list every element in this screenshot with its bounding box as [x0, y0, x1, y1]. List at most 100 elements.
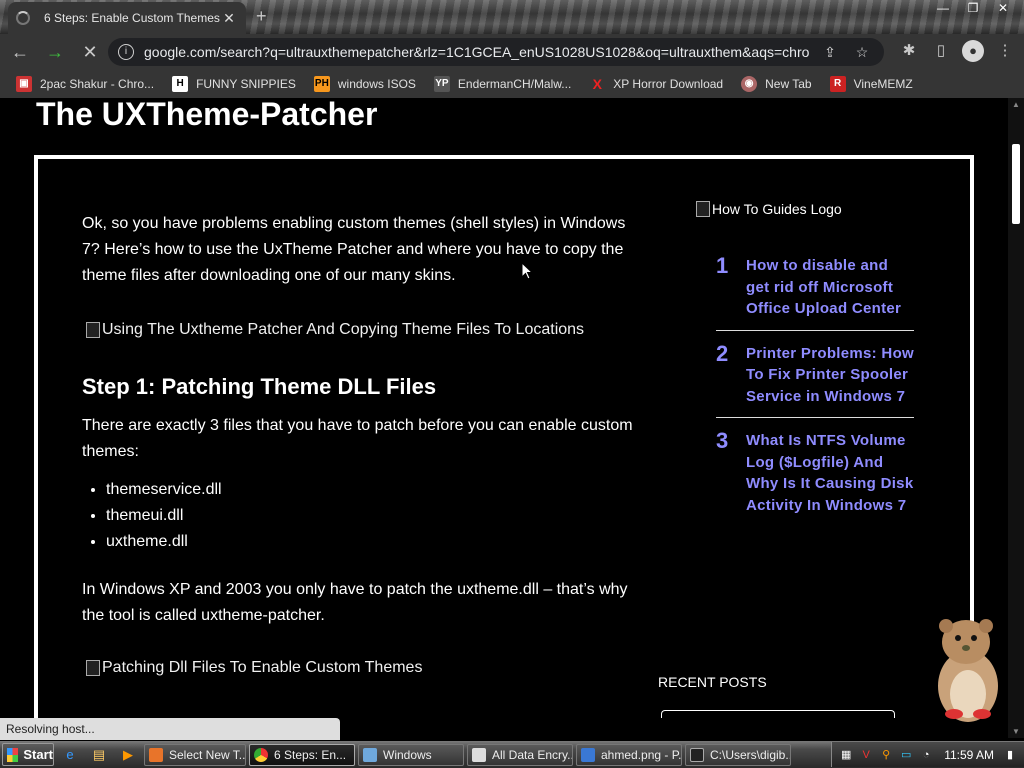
internet-explorer-icon[interactable]: e	[57, 744, 83, 766]
status-bubble: Resolving host...	[0, 718, 340, 740]
step-paragraph: There are exactly 3 files that you have …	[82, 417, 633, 460]
tray-search-icon[interactable]: ⚲	[878, 747, 894, 763]
web-page: The UXTheme-Patcher Ok, so you have prob…	[0, 98, 1008, 718]
document-icon	[472, 747, 486, 762]
browser-tab[interactable]: 6 Steps: Enable Custom Themes i ✕	[8, 2, 246, 34]
tray-app-icon[interactable]: ▦	[838, 747, 854, 763]
bookmark-star-icon[interactable]: ☆	[850, 44, 874, 61]
start-label: Start	[23, 747, 53, 762]
url-text[interactable]: google.com/search?q=ultrauxthemepatcher&…	[144, 44, 810, 60]
share-icon[interactable]: ⇪	[818, 44, 842, 61]
logo-alt-text: How To Guides Logo	[712, 201, 842, 217]
bookmark-item[interactable]: H FUNNY SNIPPIES	[172, 76, 296, 92]
clock[interactable]: 11:59 AM	[944, 748, 994, 762]
broken-image-icon	[86, 660, 100, 676]
file-list: themeservice.dll themeui.dll uxtheme.dll	[106, 477, 642, 555]
back-button[interactable]: ←	[5, 37, 35, 67]
list-item: themeservice.dll	[106, 477, 642, 503]
bookmark-label: 2pac Shakur - Chro...	[40, 77, 155, 91]
task-label: Windows	[383, 747, 432, 762]
scrollbar-thumb[interactable]	[1012, 144, 1020, 224]
app-icon	[149, 747, 163, 762]
post-link[interactable]: Printer Problems: How To Fix Printer Spo…	[746, 343, 914, 408]
printer-icon: ▣	[16, 76, 32, 92]
article-image: Patching Dll Files To Enable Custom Them…	[86, 655, 642, 681]
new-tab-button[interactable]: +	[256, 6, 267, 27]
bookmark-item[interactable]: R VineMEMZ	[829, 76, 913, 92]
site-info-icon[interactable]: i	[118, 44, 134, 60]
close-window-button[interactable]: ✕	[988, 0, 1018, 18]
list-item: 1 How to disable and get rid off Microso…	[716, 243, 914, 331]
task-label: Select New T...	[169, 747, 246, 762]
image-alt-text: Patching Dll Files To Enable Custom Them…	[102, 659, 423, 676]
broken-image-icon	[86, 322, 100, 338]
globe-icon: ◉	[741, 76, 758, 92]
taskbar-task[interactable]: Select New T...	[144, 743, 246, 766]
site-logo[interactable]: How To Guides Logo	[696, 201, 936, 217]
taskbar-task[interactable]: ahmed.png - P...	[576, 743, 682, 766]
task-label: All Data Encry...	[492, 747, 573, 762]
menu-icon[interactable]: ⋮	[994, 40, 1016, 62]
bookmark-label: FUNNY SNIPPIES	[196, 77, 296, 91]
bookmark-item[interactable]: PH windows ISOS	[313, 76, 416, 92]
paint-icon	[581, 747, 595, 762]
bookmark-label: XP Horror Download	[613, 77, 724, 91]
recent-posts-heading: RECENT POSTS	[658, 674, 767, 690]
taskbar-task[interactable]: C:\Users\digib...	[685, 743, 791, 766]
taskbar-task[interactable]: Windows	[358, 743, 464, 766]
extensions-icon[interactable]: ✱	[898, 40, 920, 62]
article-image: Using The Uxtheme Patcher And Copying Th…	[86, 317, 642, 343]
profile-avatar-icon[interactable]: ●	[962, 40, 984, 62]
task-label: ahmed.png - P...	[601, 747, 682, 762]
stop-loading-button[interactable]: ✕	[75, 37, 105, 67]
tray-volume-icon[interactable]: ◔	[918, 747, 934, 763]
bookmark-item[interactable]: X XP Horror Download	[589, 76, 724, 92]
chrome-icon	[254, 747, 268, 762]
hamster-sticker	[938, 619, 998, 722]
popular-posts-list: 1 How to disable and get rid off Microso…	[716, 243, 914, 526]
command-prompt-icon	[690, 747, 704, 762]
side-panel-icon[interactable]: ▯	[930, 40, 952, 62]
intro-paragraph: Ok, so you have problems enabling custom…	[82, 215, 626, 284]
bookmark-label: windows ISOS	[337, 77, 416, 91]
task-label: C:\Users\digib...	[710, 747, 791, 762]
bookmarks-bar: ▣ 2pac Shakur - Chro... H FUNNY SNIPPIES…	[0, 70, 1024, 98]
taskbar: Start e ▤ ▶ Select New T... 6 Steps: En.…	[0, 741, 1024, 768]
h-logo-icon: H	[172, 76, 189, 92]
forward-button[interactable]: →	[40, 37, 70, 67]
yp-logo-icon: YP	[433, 76, 450, 92]
tab-title: 6 Steps: Enable Custom Themes i	[44, 11, 220, 25]
tray-network-icon[interactable]: ▮	[1002, 747, 1018, 763]
mouse-cursor-icon	[521, 262, 533, 280]
taskbar-task[interactable]: 6 Steps: En...	[249, 743, 355, 766]
media-player-icon[interactable]: ▶	[115, 744, 141, 766]
tab-close-icon[interactable]: ✕	[220, 10, 238, 27]
item-number: 3	[716, 428, 729, 453]
recent-posts-box	[661, 710, 895, 718]
post-link[interactable]: How to disable and get rid off Microsoft…	[746, 255, 914, 320]
tray-display-icon[interactable]: ▭	[898, 747, 914, 763]
bookmark-label: EndermanCH/Malw...	[457, 77, 572, 91]
bookmark-item[interactable]: YP EndermanCH/Malw...	[433, 76, 572, 92]
scroll-up-icon[interactable]: ▲	[1011, 100, 1021, 109]
browser-toolbar: ← → ✕ i google.com/search?q=ultrauxtheme…	[0, 34, 1024, 70]
windows-logo-icon	[7, 747, 19, 762]
bookmark-item[interactable]: ◉ New Tab	[741, 76, 812, 92]
bookmark-item[interactable]: ▣ 2pac Shakur - Chro...	[16, 76, 154, 92]
list-item: uxtheme.dll	[106, 529, 642, 555]
taskbar-task[interactable]: All Data Encry...	[467, 743, 573, 766]
image-alt-text: Using The Uxtheme Patcher And Copying Th…	[102, 321, 585, 338]
maximize-button[interactable]: ❐	[958, 0, 988, 18]
windows-app-icon	[363, 747, 377, 762]
scroll-down-icon[interactable]: ▼	[1011, 727, 1021, 736]
explorer-folder-icon[interactable]: ▤	[86, 744, 112, 766]
post-link[interactable]: What Is NTFS Volume Log ($Logfile) And W…	[746, 430, 914, 516]
page-scrollbar[interactable]: ▲ ▼	[1008, 98, 1024, 738]
address-bar[interactable]: i google.com/search?q=ultrauxthemepatche…	[108, 38, 884, 66]
bookmark-label: New Tab	[765, 77, 812, 91]
tray-v-icon[interactable]: V	[858, 747, 874, 763]
step-heading: Step 1: Patching Theme DLL Files	[82, 374, 437, 399]
minimize-button[interactable]: —	[928, 0, 958, 18]
broken-image-icon	[696, 201, 710, 217]
start-button[interactable]: Start	[2, 743, 54, 766]
